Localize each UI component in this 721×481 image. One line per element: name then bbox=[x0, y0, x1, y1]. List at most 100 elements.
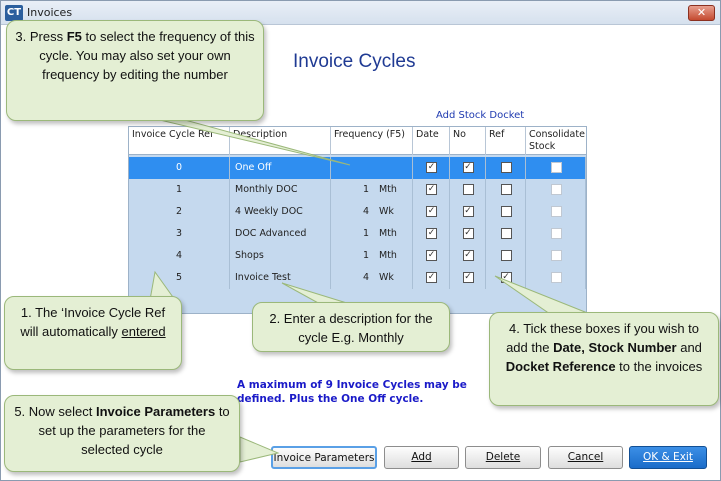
no-checkbox[interactable]: ✓ bbox=[462, 272, 474, 283]
cell-ref[interactable]: 3 bbox=[129, 223, 230, 245]
cell-date[interactable]: ✓ bbox=[413, 179, 450, 201]
cell-no[interactable]: ✓ bbox=[450, 245, 486, 267]
cell-ref[interactable]: 4 bbox=[129, 245, 230, 267]
cell-refc[interactable] bbox=[486, 201, 526, 223]
cell-consolidate[interactable] bbox=[526, 201, 586, 223]
close-button[interactable]: ✕ bbox=[688, 5, 715, 21]
date-checkbox[interactable]: ✓ bbox=[426, 272, 437, 283]
col-header-ref-docket: Ref bbox=[486, 127, 526, 155]
no-checkbox[interactable]: ✓ bbox=[462, 206, 474, 217]
ok-exit-button[interactable]: OK & Exit bbox=[629, 446, 707, 469]
refc-checkbox[interactable] bbox=[500, 250, 512, 261]
window-title: Invoices bbox=[27, 6, 73, 19]
callout-invoice-parameters: 5. Now select Invoice Parameters to set … bbox=[4, 395, 240, 472]
cell-ref[interactable]: 5 bbox=[129, 267, 230, 289]
cell-date[interactable]: ✓ bbox=[413, 245, 450, 267]
consolidate-checkbox[interactable] bbox=[550, 184, 562, 195]
table-row[interactable]: 1 Monthly DOC 1 Mth ✓ bbox=[129, 179, 586, 201]
frequency-unit: Mth bbox=[379, 250, 397, 261]
cell-consolidate[interactable] bbox=[526, 245, 586, 267]
date-checkbox[interactable]: ✓ bbox=[426, 184, 437, 195]
invoice-parameters-button[interactable]: Invoice Parameters bbox=[271, 446, 377, 469]
date-checkbox[interactable]: ✓ bbox=[426, 162, 437, 173]
add-button[interactable]: Add bbox=[384, 446, 459, 469]
cell-no[interactable] bbox=[450, 179, 486, 201]
date-checkbox[interactable]: ✓ bbox=[426, 228, 437, 239]
consolidate-checkbox[interactable] bbox=[550, 228, 562, 239]
invoice-cycles-grid[interactable]: Invoice Cycle Ref Description Frequency … bbox=[128, 126, 587, 314]
refc-checkbox[interactable] bbox=[500, 206, 512, 217]
consolidate-checkbox[interactable] bbox=[550, 206, 562, 217]
cell-no[interactable]: ✓ bbox=[450, 223, 486, 245]
no-checkbox[interactable]: ✓ bbox=[462, 250, 474, 261]
delete-button[interactable]: Delete bbox=[465, 446, 541, 469]
frequency-number: 1 bbox=[363, 228, 370, 239]
cell-refc[interactable] bbox=[486, 179, 526, 201]
cell-freq[interactable] bbox=[331, 157, 413, 179]
cell-consolidate[interactable] bbox=[526, 267, 586, 289]
cell-no[interactable]: ✓ bbox=[450, 157, 486, 179]
cell-refc[interactable] bbox=[486, 223, 526, 245]
cell-ref[interactable]: 2 bbox=[129, 201, 230, 223]
date-checkbox[interactable]: ✓ bbox=[426, 206, 437, 217]
cell-ref[interactable]: 1 bbox=[129, 179, 230, 201]
callout-4-text-c: and bbox=[676, 340, 702, 355]
cell-freq[interactable]: 1 Mth bbox=[331, 245, 413, 267]
table-row[interactable]: 4 Shops 1 Mth ✓ ✓ bbox=[129, 245, 586, 267]
cell-refc[interactable] bbox=[486, 157, 526, 179]
callout-tick-boxes: 4. Tick these boxes if you wish to add t… bbox=[489, 312, 719, 406]
cell-no[interactable]: ✓ bbox=[450, 201, 486, 223]
no-checkbox[interactable] bbox=[462, 184, 474, 195]
cell-description[interactable]: Monthly DOC bbox=[230, 179, 331, 201]
cell-no[interactable]: ✓ bbox=[450, 267, 486, 289]
callout-3-text-a: 3. Press bbox=[15, 29, 67, 44]
table-row[interactable]: 0 One Off ✓ ✓ bbox=[129, 157, 586, 179]
date-checkbox[interactable]: ✓ bbox=[426, 250, 437, 261]
refc-checkbox[interactable] bbox=[500, 184, 512, 195]
col-header-date: Date bbox=[413, 127, 450, 155]
cell-ref[interactable]: 0 bbox=[129, 157, 230, 179]
max-cycles-note: A maximum of 9 Invoice Cycles may be def… bbox=[237, 379, 467, 405]
cell-refc[interactable]: ✓ bbox=[486, 267, 526, 289]
table-row[interactable]: 3 DOC Advanced 1 Mth ✓ ✓ bbox=[129, 223, 586, 245]
cell-description[interactable]: Invoice Test bbox=[230, 267, 331, 289]
consolidate-checkbox[interactable] bbox=[550, 162, 562, 173]
callout-5-text-b: Invoice Parameters bbox=[95, 404, 216, 419]
cell-freq[interactable]: 1 Mth bbox=[331, 223, 413, 245]
table-row[interactable]: 24 Weekly DOC 4 Wk ✓ ✓ bbox=[129, 201, 586, 223]
cell-refc[interactable] bbox=[486, 245, 526, 267]
frequency-unit: Mth bbox=[379, 228, 397, 239]
cell-description[interactable]: One Off bbox=[230, 157, 331, 179]
refc-checkbox[interactable] bbox=[500, 228, 512, 239]
cell-description[interactable]: Shops bbox=[230, 245, 331, 267]
cancel-button[interactable]: Cancel bbox=[548, 446, 623, 469]
callout-frequency: 3. Press F5 to select the frequency of t… bbox=[6, 20, 264, 121]
cell-consolidate[interactable] bbox=[526, 223, 586, 245]
cell-date[interactable]: ✓ bbox=[413, 201, 450, 223]
frequency-number: 4 bbox=[363, 272, 370, 283]
cell-freq[interactable]: 4 Wk bbox=[331, 267, 413, 289]
cell-freq[interactable]: 4 Wk bbox=[331, 201, 413, 223]
callout-4-text-d: Docket Reference bbox=[505, 359, 616, 374]
cell-date[interactable]: ✓ bbox=[413, 157, 450, 179]
refc-checkbox[interactable]: ✓ bbox=[500, 272, 512, 283]
frequency-unit: Wk bbox=[379, 206, 394, 217]
frequency-number: 4 bbox=[363, 206, 370, 217]
no-checkbox[interactable]: ✓ bbox=[462, 228, 474, 239]
cell-date[interactable]: ✓ bbox=[413, 267, 450, 289]
cell-description[interactable]: DOC Advanced bbox=[230, 223, 331, 245]
cell-date[interactable]: ✓ bbox=[413, 223, 450, 245]
no-checkbox[interactable]: ✓ bbox=[462, 162, 474, 173]
page-title: Invoice Cycles bbox=[293, 51, 416, 72]
callout-1-text-b: entered bbox=[121, 324, 166, 339]
refc-checkbox[interactable] bbox=[500, 162, 512, 173]
cell-description[interactable]: 4 Weekly DOC bbox=[230, 201, 331, 223]
cell-consolidate[interactable] bbox=[526, 179, 586, 201]
ok-exit-button-label: OK & Exit bbox=[643, 451, 693, 463]
consolidate-checkbox[interactable] bbox=[550, 272, 562, 283]
table-row[interactable]: 5 Invoice Test 4 Wk ✓ ✓ ✓ bbox=[129, 267, 586, 289]
cell-consolidate[interactable] bbox=[526, 157, 586, 179]
col-header-consolidate-line2: Stock bbox=[529, 141, 556, 152]
consolidate-checkbox[interactable] bbox=[550, 250, 562, 261]
cell-freq[interactable]: 1 Mth bbox=[331, 179, 413, 201]
